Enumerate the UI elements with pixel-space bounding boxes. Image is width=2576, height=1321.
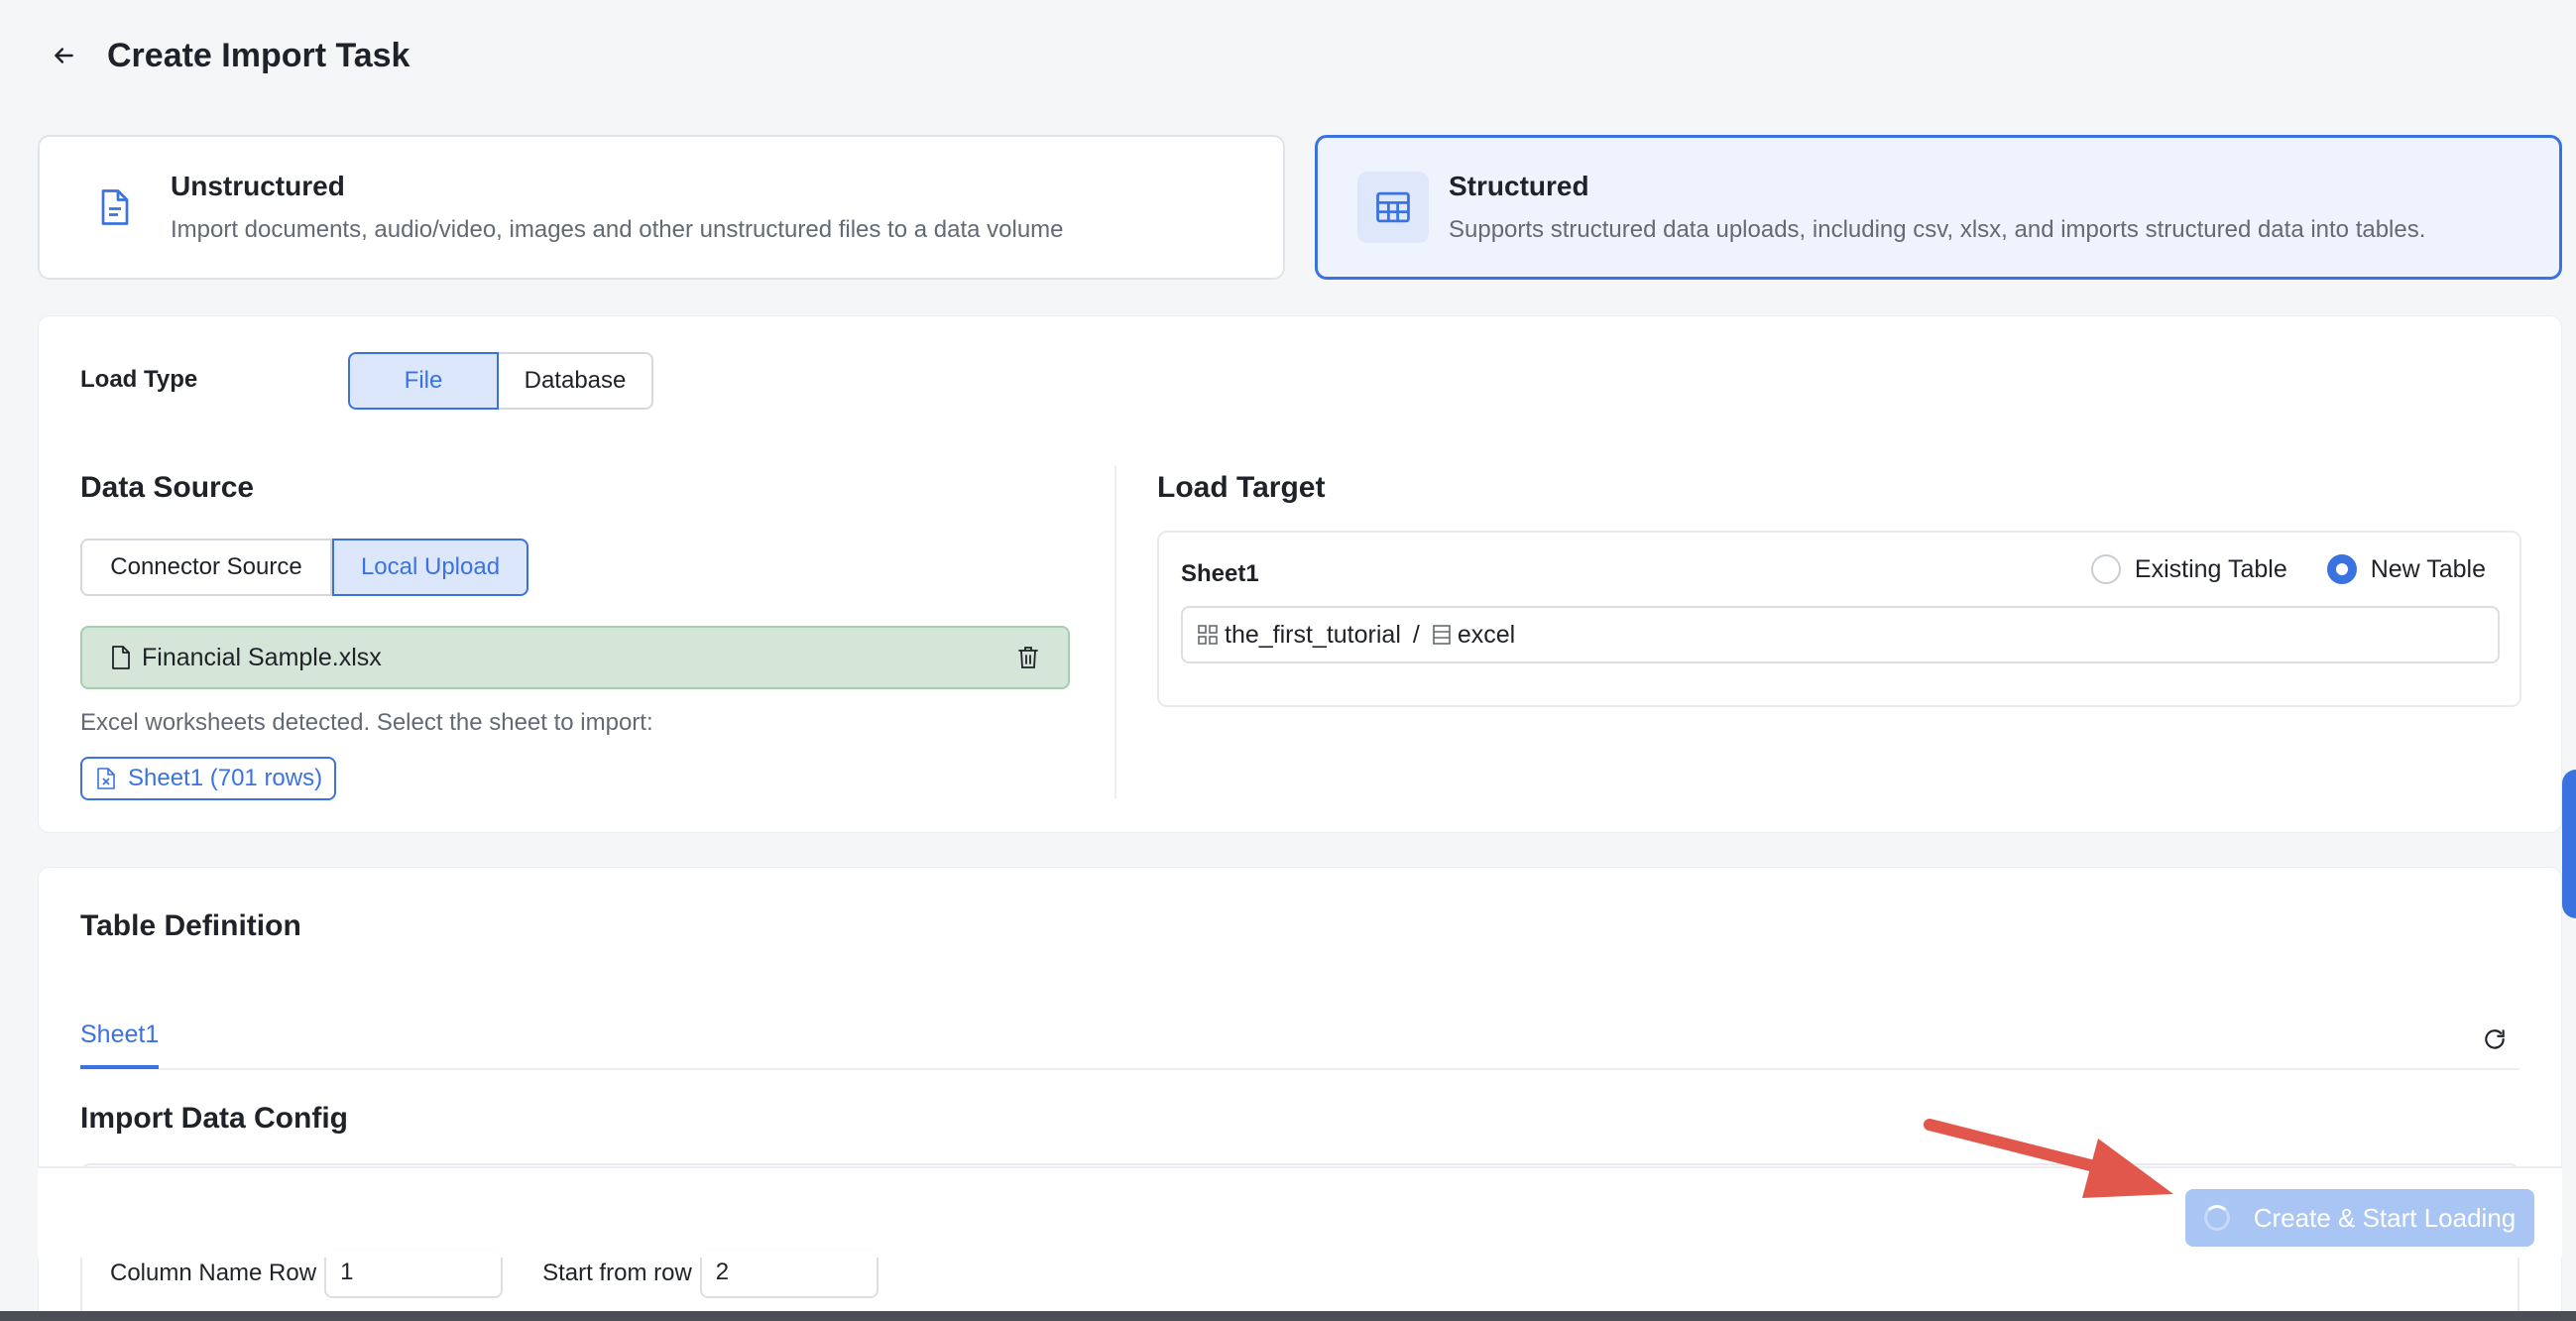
target-table-name: excel — [1457, 620, 1516, 649]
tab-sheet1[interactable]: Sheet1 — [80, 1021, 160, 1069]
schema-icon — [1197, 624, 1219, 646]
load-type-file-button[interactable]: File — [348, 352, 499, 410]
radio-circle — [2090, 554, 2121, 584]
target-sheet-name: Sheet1 — [1181, 560, 1259, 587]
sheet-chip[interactable]: Sheet1 (701 rows) — [80, 757, 337, 800]
import-data-config-title: Import Data Config — [80, 1102, 348, 1135]
target-path-input[interactable]: the_first_tutorial / excel — [1181, 606, 2500, 663]
bottom-edge-bar — [0, 1311, 2576, 1321]
load-type-label: Load Type — [80, 366, 198, 393]
file-icon — [112, 646, 130, 669]
unstructured-option-card[interactable]: Unstructured Import documents, audio/vid… — [38, 135, 1285, 280]
local-upload-button[interactable]: Local Upload — [332, 539, 528, 596]
refresh-icon — [2485, 1029, 2505, 1049]
start-row-label: Start from row — [542, 1260, 692, 1286]
loading-spinner-icon — [2203, 1205, 2230, 1231]
target-mode-radio-group: Existing Table New Table — [2051, 554, 2486, 584]
back-button[interactable] — [38, 30, 89, 81]
table-icon — [1432, 624, 1452, 646]
target-schema-name: the_first_tutorial — [1225, 620, 1401, 649]
annotation-arrow-icon — [1924, 1119, 2173, 1198]
excel-file-icon — [97, 768, 115, 789]
document-icon — [79, 172, 151, 243]
sheet-chip-label: Sheet1 (701 rows) — [128, 765, 323, 791]
unstructured-description: Import documents, audio/video, images an… — [171, 216, 1064, 243]
uploaded-file-name: Financial Sample.xlsx — [142, 643, 382, 671]
load-config-panel: Load Type File Database Data Source Conn… — [38, 315, 2562, 833]
page-header: Create Import Task — [38, 30, 410, 81]
existing-table-label: Existing Table — [2134, 554, 2287, 583]
load-target-box: Sheet1 Existing Table New Table the_firs… — [1157, 531, 2521, 707]
delete-file-button[interactable] — [1016, 645, 1040, 670]
load-target-title: Load Target — [1157, 471, 1326, 504]
trash-icon — [1018, 647, 1038, 668]
table-definition-title: Table Definition — [80, 909, 301, 942]
sticky-footer — [38, 1166, 2562, 1258]
structured-option-card[interactable]: Structured Supports structured data uplo… — [1315, 135, 2562, 280]
page-title: Create Import Task — [107, 36, 410, 74]
unstructured-title: Unstructured — [171, 171, 345, 201]
existing-table-radio[interactable]: Existing Table — [2090, 554, 2287, 584]
sheet-tabs: Sheet1 — [80, 1005, 2519, 1070]
side-drawer-handle[interactable] — [2562, 770, 2576, 918]
data-source-toggle: Connector Source Local Upload — [80, 539, 528, 596]
refresh-button[interactable] — [2482, 1026, 2508, 1052]
radio-circle-checked — [2326, 554, 2357, 584]
create-start-loading-button[interactable]: Create & Start Loading — [2185, 1189, 2534, 1247]
new-table-radio[interactable]: New Table — [2326, 554, 2486, 584]
path-separator: / — [1412, 620, 1420, 649]
create-import-task-page: Create Import Task Unstructured Import d… — [0, 0, 2576, 1321]
table-grid-icon — [1357, 172, 1429, 243]
column-name-row-label: Column Name Row — [110, 1260, 317, 1286]
sheet-detection-hint: Excel worksheets detected. Select the sh… — [80, 709, 653, 736]
connector-source-button[interactable]: Connector Source — [80, 539, 332, 596]
new-table-label: New Table — [2370, 554, 2486, 583]
arrow-left-icon — [55, 48, 73, 63]
load-type-database-button[interactable]: Database — [499, 352, 653, 410]
column-divider — [1114, 465, 1116, 798]
data-source-title: Data Source — [80, 471, 255, 504]
structured-description: Supports structured data uploads, includ… — [1449, 216, 2426, 243]
load-type-toggle: File Database — [348, 352, 653, 410]
structured-title: Structured — [1449, 171, 1589, 201]
uploaded-file-bar: Financial Sample.xlsx — [80, 626, 1070, 689]
create-start-loading-label: Create & Start Loading — [2253, 1202, 2517, 1233]
